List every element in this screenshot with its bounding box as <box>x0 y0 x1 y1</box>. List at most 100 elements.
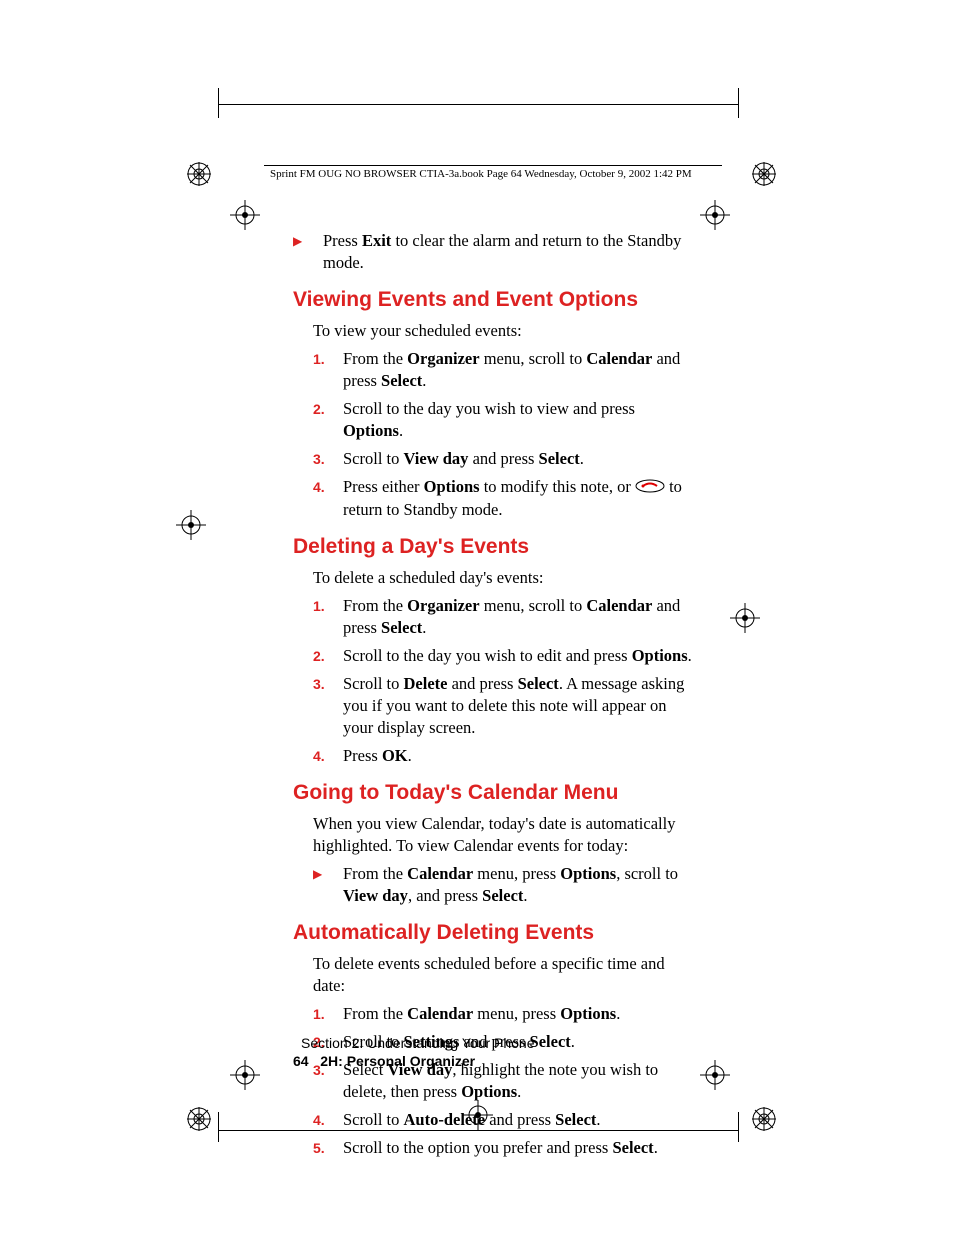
intro-bullet: ▶ Press Exit to clear the alarm and retu… <box>293 230 693 274</box>
screw-icon <box>750 1105 778 1138</box>
text: menu, scroll to <box>480 349 587 368</box>
text: Scroll to the day you wish to view and p… <box>343 399 635 418</box>
text: Scroll to <box>343 1110 404 1129</box>
step-text: From the Organizer menu, scroll to Calen… <box>343 348 693 392</box>
text: Scroll to the day you wish to edit and p… <box>343 646 632 665</box>
text: From the <box>343 1004 407 1023</box>
step-text: Scroll to the day you wish to view and p… <box>343 398 693 442</box>
step-item: 1.From the Organizer menu, scroll to Cal… <box>313 348 693 392</box>
step-item: 1.From the Organizer menu, scroll to Cal… <box>313 595 693 639</box>
bold-text: View day <box>343 886 408 905</box>
footer-chapter: 2H: Personal Organizer <box>320 1053 475 1069</box>
bold-text: Select <box>381 618 422 637</box>
registration-mark-icon <box>730 603 760 633</box>
bullet-item: ▶ From the Calendar menu, press Options,… <box>313 863 693 907</box>
step-text: Scroll to the day you wish to edit and p… <box>343 645 692 667</box>
text: . <box>580 449 584 468</box>
body-content: ▶ Press Exit to clear the alarm and retu… <box>293 230 693 1165</box>
crop-mark <box>738 88 739 118</box>
page: Sprint FM OUG NO BROWSER CTIA-3a.book Pa… <box>0 0 954 1235</box>
text: . <box>422 618 426 637</box>
section-heading: Going to Today's Calendar Menu <box>293 781 693 805</box>
step-item: 4.Press OK. <box>313 745 693 767</box>
bold-text: Options <box>560 1004 616 1023</box>
bold-text: Calendar <box>407 1004 473 1023</box>
step-number: 4. <box>313 1109 343 1131</box>
step-text: Scroll to the option you prefer and pres… <box>343 1137 658 1159</box>
bold-text: Select <box>518 674 559 693</box>
text: and press <box>485 1110 555 1129</box>
text: , scroll to <box>616 864 678 883</box>
text: . <box>654 1138 658 1157</box>
text: Scroll to <box>343 674 404 693</box>
end-key-icon <box>635 477 665 499</box>
step-item: 3.Scroll to View day and press Select. <box>313 448 693 470</box>
text: and press <box>447 674 517 693</box>
text: menu, scroll to <box>480 596 587 615</box>
step-text: Press either Options to modify this note… <box>343 476 693 521</box>
step-text: Scroll to View day and press Select. <box>343 448 584 470</box>
step-list: 1.From the Calendar menu, press Options.… <box>293 1003 693 1159</box>
step-number: 1. <box>313 1003 343 1025</box>
text: Press <box>323 231 362 250</box>
bold-text: OK <box>382 746 408 765</box>
step-item: 2.Scroll to the day you wish to edit and… <box>313 645 693 667</box>
lead-text: To delete events scheduled before a spec… <box>313 953 693 997</box>
text: Press <box>343 746 382 765</box>
step-item: 4.Scroll to Auto-delete and press Select… <box>313 1109 693 1131</box>
text: Scroll to <box>343 449 404 468</box>
bold-text: Options <box>632 646 688 665</box>
step-list: 1.From the Organizer menu, scroll to Cal… <box>293 595 693 767</box>
step-list: 1.From the Organizer menu, scroll to Cal… <box>293 348 693 521</box>
step-number: 2. <box>313 398 343 420</box>
section-heading: Deleting a Day's Events <box>293 535 693 559</box>
step-item: 5.Scroll to the option you prefer and pr… <box>313 1137 693 1159</box>
bold-text: Calendar <box>407 864 473 883</box>
registration-mark-icon <box>230 200 260 230</box>
text: . <box>408 746 412 765</box>
bold-text: Organizer <box>407 596 479 615</box>
intro-text: Press Exit to clear the alarm and return… <box>323 230 693 274</box>
section-heading: Viewing Events and Event Options <box>293 288 693 312</box>
bold-text: Select <box>555 1110 596 1129</box>
lead-text: When you view Calendar, today's date is … <box>313 813 693 857</box>
step-number: 1. <box>313 595 343 617</box>
step-number: 2. <box>313 645 343 667</box>
text: . <box>616 1004 620 1023</box>
text: From the <box>343 349 407 368</box>
step-item: 3.Scroll to Delete and press Select. A m… <box>313 673 693 739</box>
registration-mark-icon <box>700 1060 730 1090</box>
text: . <box>571 1032 575 1051</box>
text: . <box>422 371 426 390</box>
bold-text: Delete <box>404 674 448 693</box>
step-text: From the Organizer menu, scroll to Calen… <box>343 595 693 639</box>
step-text: Scroll to Auto-delete and press Select. <box>343 1109 601 1131</box>
text: menu, press <box>473 864 560 883</box>
text: Press either <box>343 477 424 496</box>
step-number: 3. <box>313 673 343 695</box>
step-text: From the Calendar menu, press Options. <box>343 1003 620 1025</box>
triangle-bullet-icon: ▶ <box>293 230 323 252</box>
bold-text: Select <box>539 449 580 468</box>
step-number: 5. <box>313 1137 343 1159</box>
bold-text: Organizer <box>407 349 479 368</box>
header-rule <box>264 165 722 166</box>
bold-text: Options <box>343 421 399 440</box>
bold-text: Select <box>381 371 422 390</box>
footer-page-line: 64 2H: Personal Organizer <box>293 1053 535 1069</box>
registration-mark-icon <box>230 1060 260 1090</box>
crop-mark <box>218 104 738 105</box>
bold-text: Select <box>530 1032 571 1051</box>
bold-text: View day <box>404 449 469 468</box>
bullet-text: From the Calendar menu, press Options, s… <box>343 863 693 907</box>
bold-text: Options <box>424 477 480 496</box>
step-number: 4. <box>313 745 343 767</box>
triangle-bullet-icon: ▶ <box>313 863 343 885</box>
page-number: 64 <box>293 1053 309 1069</box>
running-header: Sprint FM OUG NO BROWSER CTIA-3a.book Pa… <box>270 168 692 180</box>
text: . <box>523 886 527 905</box>
bold-text: Select <box>612 1138 653 1157</box>
screw-icon <box>185 1105 213 1138</box>
text: From the <box>343 596 407 615</box>
screw-icon <box>185 160 213 193</box>
